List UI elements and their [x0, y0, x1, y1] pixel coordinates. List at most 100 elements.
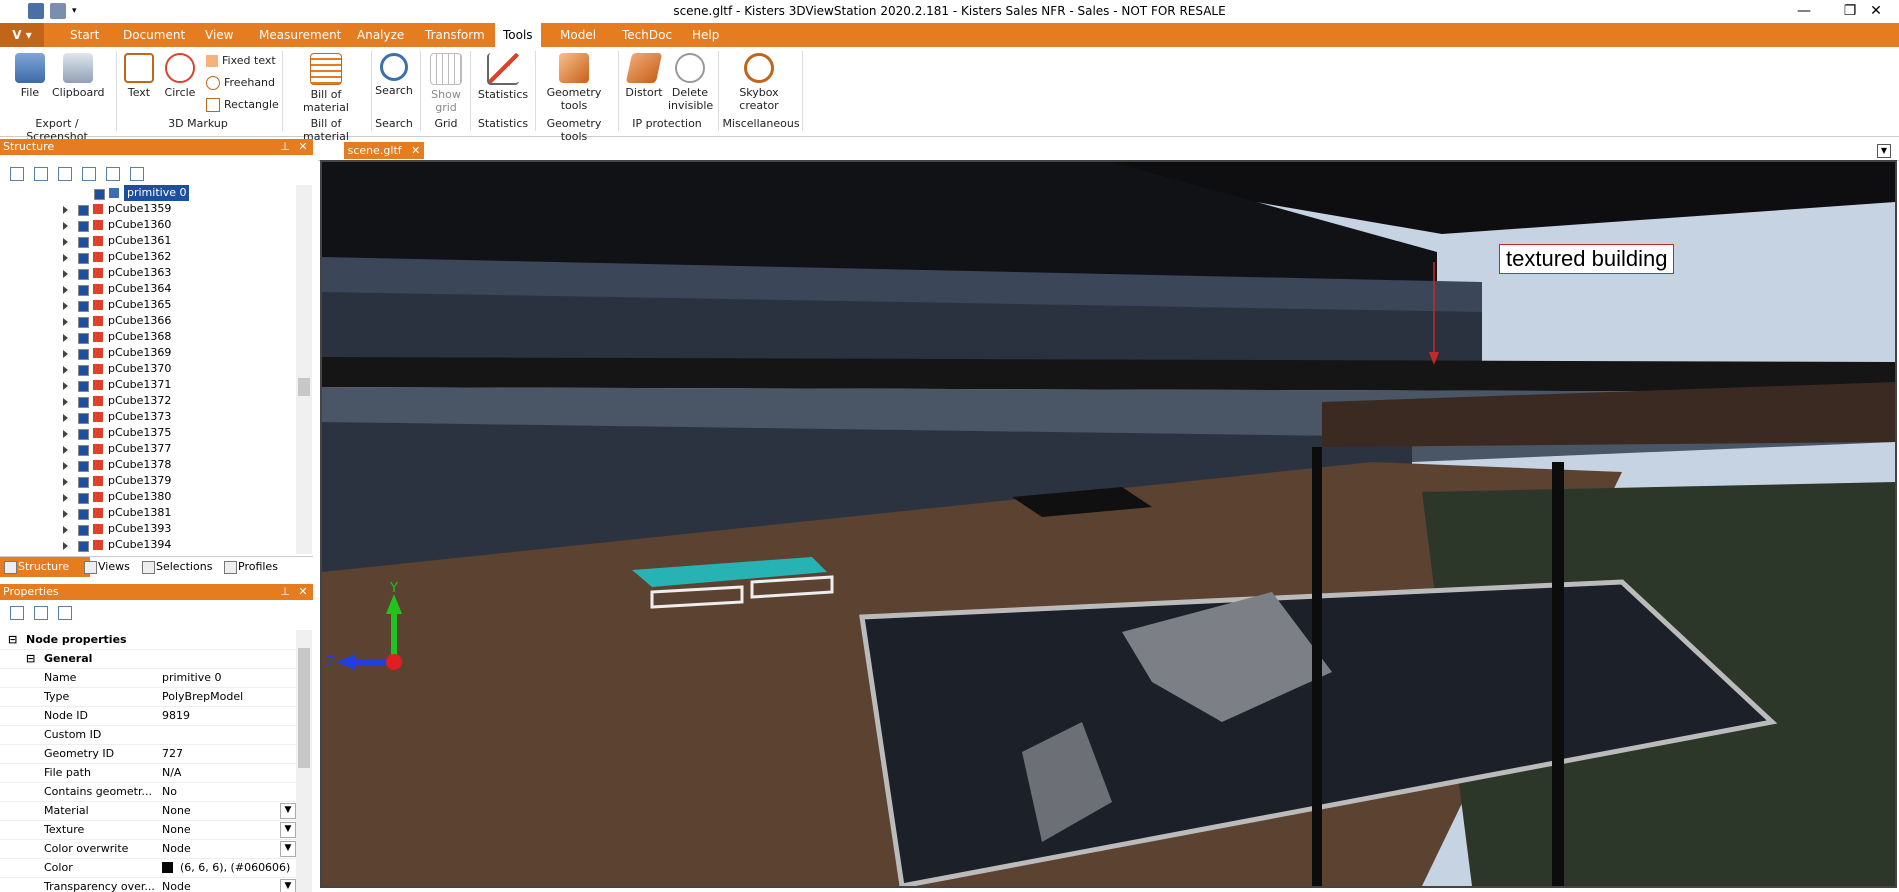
property-row[interactable]: Color (6, 6, 6), (#060606): [0, 858, 296, 878]
tab-start[interactable]: Start: [62, 23, 107, 47]
property-value[interactable]: None: [162, 820, 191, 839]
property-row[interactable]: Name primitive 0: [0, 668, 296, 688]
property-row[interactable]: Material None ▼: [0, 801, 296, 821]
tab-measurement[interactable]: Measurement: [251, 23, 349, 47]
tree-row[interactable]: pCube1368: [0, 329, 296, 345]
tab-selections[interactable]: Selections: [138, 557, 228, 577]
property-value[interactable]: 727: [162, 744, 183, 763]
visibility-checkbox[interactable]: [78, 461, 89, 472]
sort-icon[interactable]: [10, 606, 24, 620]
visibility-checkbox[interactable]: [78, 301, 89, 312]
tab-tools[interactable]: Tools: [495, 23, 541, 47]
dropdown-icon[interactable]: ▼: [280, 879, 296, 892]
visibility-checkbox[interactable]: [94, 189, 105, 200]
clipboard-button[interactable]: Clipboard: [52, 53, 105, 99]
dropdown-icon[interactable]: ▼: [280, 803, 296, 819]
property-value[interactable]: PolyBrepModel: [162, 687, 243, 706]
visibility-checkbox[interactable]: [78, 253, 89, 264]
expand-arrow-icon[interactable]: [63, 430, 68, 438]
expand-arrow-icon[interactable]: [63, 398, 68, 406]
tab-help[interactable]: Help: [684, 23, 727, 47]
expand-arrow-icon[interactable]: [63, 510, 68, 518]
tab-views[interactable]: Views: [80, 557, 146, 577]
visibility-checkbox[interactable]: [78, 509, 89, 520]
fixed-text-button[interactable]: Fixed text: [206, 54, 276, 67]
tab-view[interactable]: View: [197, 23, 241, 47]
expand-arrow-icon[interactable]: [63, 350, 68, 358]
tree-row[interactable]: pCube1360: [0, 217, 296, 233]
tree-row[interactable]: pCube1378: [0, 457, 296, 473]
tab-profiles[interactable]: Profiles: [220, 557, 300, 577]
visibility-checkbox[interactable]: [78, 493, 89, 504]
structure-scrollbar[interactable]: [296, 185, 312, 554]
minimize-button[interactable]: —: [1781, 0, 1827, 23]
tree-row[interactable]: pCube1379: [0, 473, 296, 489]
collapse-toggle-icon[interactable]: ⊟: [26, 649, 35, 668]
expand-arrow-icon[interactable]: [63, 494, 68, 502]
visibility-checkbox[interactable]: [78, 317, 89, 328]
property-row[interactable]: Color overwrite Node ▼: [0, 839, 296, 859]
expand-arrow-icon[interactable]: [63, 238, 68, 246]
close-panel-icon[interactable]: ✕: [296, 584, 310, 600]
tree-row[interactable]: pCube1363: [0, 265, 296, 281]
property-row[interactable]: Transparency over... Node ▼: [0, 877, 296, 892]
search-button[interactable]: Search: [374, 53, 414, 97]
tree-row[interactable]: pCube1380: [0, 489, 296, 505]
tree-row[interactable]: pCube1361: [0, 233, 296, 249]
visibility-checkbox[interactable]: [78, 397, 89, 408]
distort-button[interactable]: Distort: [622, 53, 666, 99]
expand-arrow-icon[interactable]: [63, 222, 68, 230]
expand-arrow-icon[interactable]: [63, 334, 68, 342]
expand-arrow-icon[interactable]: [63, 286, 68, 294]
property-row[interactable]: Geometry ID 727: [0, 744, 296, 764]
expand-arrow-icon[interactable]: [63, 382, 68, 390]
3d-viewport[interactable]: Y Z textured building: [320, 160, 1897, 888]
skybox-creator-button[interactable]: Skybox creator: [730, 53, 788, 112]
visibility-checkbox[interactable]: [78, 205, 89, 216]
tab-structure[interactable]: Structure: [0, 557, 90, 577]
tab-transform[interactable]: Transform: [417, 23, 493, 47]
collapse-toggle-icon[interactable]: ⊟: [8, 630, 17, 649]
geometry-tools-button[interactable]: Geometry tools: [544, 53, 604, 112]
document-tab[interactable]: scene.gltf ✕: [344, 142, 424, 159]
visibility-checkbox[interactable]: [78, 429, 89, 440]
visibility-checkbox[interactable]: [78, 525, 89, 536]
tree-row[interactable]: pCube1373: [0, 409, 296, 425]
filter-icon[interactable]: [58, 606, 72, 620]
app-menu-button[interactable]: V ▾: [0, 23, 44, 47]
tree-row[interactable]: pCube1365: [0, 297, 296, 313]
dropdown-icon[interactable]: ▼: [280, 841, 296, 857]
expand-arrow-icon[interactable]: [63, 302, 68, 310]
property-value[interactable]: (6, 6, 6), (#060606): [180, 858, 290, 877]
visibility-checkbox[interactable]: [78, 237, 89, 248]
circle-button[interactable]: Circle: [162, 53, 198, 99]
property-row[interactable]: Contains geometr... No: [0, 782, 296, 802]
collapse-icon[interactable]: [82, 167, 96, 181]
property-value[interactable]: No: [162, 782, 177, 801]
close-tab-icon[interactable]: ✕: [411, 144, 420, 157]
scrollbar-thumb[interactable]: [298, 378, 310, 396]
statistics-button[interactable]: Statistics: [476, 53, 530, 101]
expand-arrow-icon[interactable]: [63, 270, 68, 278]
property-row[interactable]: File path N/A: [0, 763, 296, 783]
node-properties-section[interactable]: ⊟ Node properties: [0, 630, 296, 650]
scrollbar-thumb[interactable]: [298, 648, 310, 768]
text-button[interactable]: Text: [122, 53, 156, 99]
visibility-checkbox[interactable]: [78, 445, 89, 456]
expand-arrow-icon[interactable]: [63, 462, 68, 470]
property-value[interactable]: Node: [162, 839, 191, 858]
tree-row[interactable]: pCube1372: [0, 393, 296, 409]
expand-selection-icon[interactable]: [106, 167, 120, 181]
visibility-checkbox[interactable]: [78, 349, 89, 360]
tree-row[interactable]: pCube1364: [0, 281, 296, 297]
tree-row[interactable]: pCube1366: [0, 313, 296, 329]
expand-arrow-icon[interactable]: [63, 414, 68, 422]
property-value[interactable]: Node: [162, 877, 191, 892]
pin-icon[interactable]: ⊥: [278, 139, 292, 155]
property-row[interactable]: Node ID 9819: [0, 706, 296, 726]
bill-of-material-button[interactable]: Bill of material: [298, 53, 354, 114]
property-row[interactable]: Type PolyBrepModel: [0, 687, 296, 707]
tab-model[interactable]: Model: [552, 23, 604, 47]
tree-options-icon[interactable]: [130, 167, 144, 181]
expand-all-icon[interactable]: [10, 167, 24, 181]
